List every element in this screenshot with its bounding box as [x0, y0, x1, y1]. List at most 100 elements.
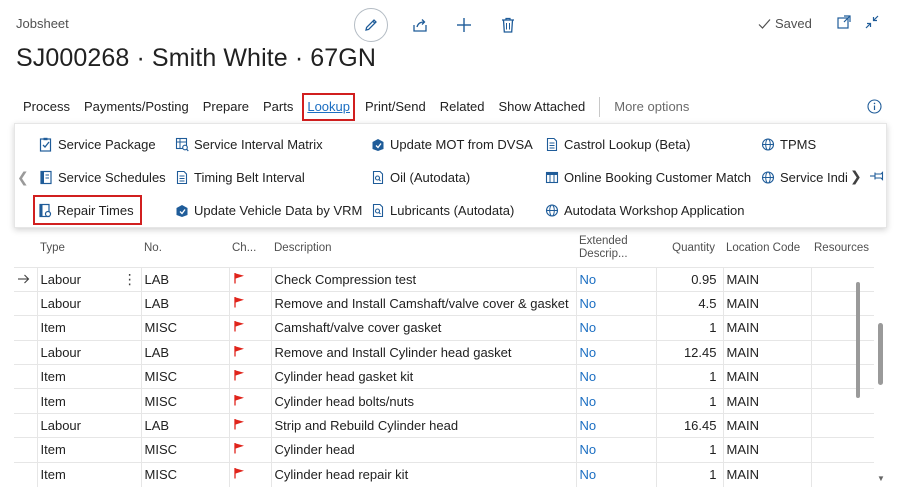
- table-row[interactable]: Labour LAB Remove and Install Camshaft/val…: [14, 290, 874, 316]
- open-new-window-icon[interactable]: [836, 14, 852, 30]
- row-menu[interactable]: [119, 364, 141, 389]
- info-icon[interactable]: [867, 99, 882, 114]
- cell-extended-description[interactable]: No: [575, 388, 656, 414]
- cell-extended-description[interactable]: No: [575, 266, 656, 292]
- cell-resources[interactable]: [810, 412, 874, 438]
- share-button[interactable]: [408, 13, 432, 37]
- cell-location-code[interactable]: MAIN: [722, 388, 811, 414]
- cell-no[interactable]: LAB: [140, 290, 229, 316]
- cell-no[interactable]: MISC: [140, 388, 229, 414]
- cell-type[interactable]: Item: [36, 315, 119, 341]
- cell-no[interactable]: MISC: [140, 364, 229, 389]
- menu-item-timing-belt-interval[interactable]: Timing Belt Interval: [175, 165, 305, 189]
- row-menu[interactable]: [119, 437, 141, 463]
- table-row[interactable]: Item MISC Cylinder head No 1 MAIN: [14, 437, 874, 463]
- cell-location-code[interactable]: MAIN: [722, 339, 811, 365]
- cell-quantity[interactable]: 1: [655, 461, 723, 487]
- cell-type[interactable]: Labour: [36, 290, 119, 316]
- cell-description[interactable]: Strip and Rebuild Cylinder head: [270, 412, 576, 438]
- new-button[interactable]: [452, 13, 476, 37]
- action-print-send[interactable]: Print/Send: [358, 93, 433, 121]
- cell-resources[interactable]: [810, 388, 874, 414]
- action-prepare[interactable]: Prepare: [196, 93, 256, 121]
- cell-type[interactable]: Labour: [36, 266, 119, 292]
- row-menu[interactable]: [119, 461, 141, 487]
- cell-resources[interactable]: [810, 339, 874, 365]
- cell-ch[interactable]: [228, 388, 271, 414]
- cell-description[interactable]: Cylinder head repair kit: [270, 461, 576, 487]
- header-description[interactable]: Description: [271, 230, 576, 267]
- cell-resources[interactable]: [810, 315, 874, 341]
- action-lookup[interactable]: Lookup: [302, 93, 355, 121]
- collapse-icon[interactable]: [864, 14, 880, 30]
- menu-item-autodata-workshop-application[interactable]: Autodata Workshop Application: [545, 198, 744, 222]
- header-location-code[interactable]: Location Code: [723, 230, 811, 267]
- cell-no[interactable]: MISC: [140, 315, 229, 341]
- cell-extended-description[interactable]: No: [575, 461, 656, 487]
- row-menu[interactable]: ⋮: [119, 266, 141, 292]
- cell-resources[interactable]: [810, 266, 874, 292]
- cell-location-code[interactable]: MAIN: [722, 412, 811, 438]
- table-row[interactable]: Labour ⋮ LAB Check Compression test No 0.95 MA…: [14, 266, 874, 292]
- cell-type[interactable]: Item: [36, 461, 119, 487]
- cell-resources[interactable]: [810, 437, 874, 463]
- cell-resources[interactable]: [810, 364, 874, 389]
- cell-ch[interactable]: [228, 412, 271, 438]
- row-menu[interactable]: [119, 290, 141, 316]
- table-row[interactable]: Item MISC Cylinder head repair kit No 1 MAIN: [14, 461, 874, 487]
- cell-quantity[interactable]: 12.45: [655, 339, 723, 365]
- cell-type[interactable]: Item: [36, 437, 119, 463]
- cell-no[interactable]: LAB: [140, 266, 229, 292]
- table-row[interactable]: Item MISC Camshaft/valve cover gasket No 1 MA…: [14, 315, 874, 341]
- grid-inner-scrollbar[interactable]: [856, 282, 860, 398]
- row-menu[interactable]: [119, 412, 141, 438]
- cell-type[interactable]: Labour: [36, 412, 119, 438]
- cell-ch[interactable]: [228, 461, 271, 487]
- cell-ch[interactable]: [228, 437, 271, 463]
- cell-ch[interactable]: [228, 339, 271, 365]
- cell-location-code[interactable]: MAIN: [722, 315, 811, 341]
- page-scrollbar-thumb[interactable]: [878, 323, 883, 385]
- cell-no[interactable]: LAB: [140, 339, 229, 365]
- more-options-button[interactable]: More options: [607, 93, 696, 121]
- header-quantity[interactable]: Quantity: [656, 230, 723, 267]
- pin-icon[interactable]: [869, 170, 885, 182]
- cell-description[interactable]: Remove and Install Cylinder head gasket: [270, 339, 576, 365]
- cell-ch[interactable]: [228, 266, 271, 292]
- cell-description[interactable]: Camshaft/valve cover gasket: [270, 315, 576, 341]
- cell-description[interactable]: Cylinder head gasket kit: [270, 364, 576, 389]
- menu-item-service-schedules[interactable]: Service Schedules: [39, 165, 166, 189]
- header-type[interactable]: Type: [37, 230, 119, 267]
- header-ch[interactable]: Ch...: [229, 230, 271, 267]
- menu-item-online-booking-customer-match[interactable]: Online Booking Customer Match: [545, 165, 751, 189]
- cell-resources[interactable]: [810, 461, 874, 487]
- cell-extended-description[interactable]: No: [575, 290, 656, 316]
- action-show-attached[interactable]: Show Attached: [492, 93, 593, 121]
- cell-extended-description[interactable]: No: [575, 339, 656, 365]
- cell-description[interactable]: Remove and Install Camshaft/valve cover …: [270, 290, 576, 316]
- cell-no[interactable]: LAB: [140, 412, 229, 438]
- action-parts[interactable]: Parts: [256, 93, 300, 121]
- menu-item-service-package[interactable]: Service Package: [39, 132, 156, 156]
- cell-ch[interactable]: [228, 290, 271, 316]
- header-no[interactable]: No.: [141, 230, 229, 267]
- cell-quantity[interactable]: 1: [655, 437, 723, 463]
- cell-quantity[interactable]: 1: [655, 388, 723, 414]
- edit-button[interactable]: [354, 8, 388, 42]
- cell-extended-description[interactable]: No: [575, 437, 656, 463]
- cell-location-code[interactable]: MAIN: [722, 437, 811, 463]
- menu-item-castrol-lookup[interactable]: Castrol Lookup (Beta): [545, 132, 690, 156]
- cell-description[interactable]: Check Compression test: [270, 266, 576, 292]
- cell-location-code[interactable]: MAIN: [722, 290, 811, 316]
- cell-resources[interactable]: [810, 290, 874, 316]
- row-menu[interactable]: [119, 315, 141, 341]
- menu-item-repair-times[interactable]: Repair Times: [33, 195, 142, 225]
- row-menu[interactable]: [119, 388, 141, 414]
- scroll-down-arrow-icon[interactable]: ▼: [877, 474, 885, 483]
- menu-item-lubricants-autodata[interactable]: Lubricants (Autodata): [371, 198, 514, 222]
- cell-type[interactable]: Item: [36, 364, 119, 389]
- table-row[interactable]: Item MISC Cylinder head gasket kit No 1 MAIN: [14, 364, 874, 389]
- cell-ch[interactable]: [228, 364, 271, 389]
- table-row[interactable]: Item MISC Cylinder head bolts/nuts No 1 MAIN: [14, 388, 874, 414]
- cell-extended-description[interactable]: No: [575, 315, 656, 341]
